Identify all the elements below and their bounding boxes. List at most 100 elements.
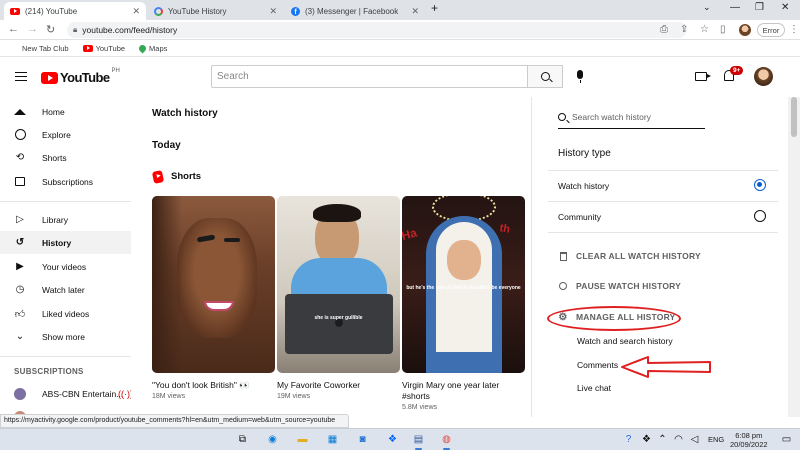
- close-window-icon[interactable]: ✕: [781, 2, 789, 13]
- sidebar-item-watch-later[interactable]: ◷ Watch later: [0, 278, 131, 301]
- language-indicator[interactable]: ENG: [708, 435, 724, 444]
- clock-date: 20/09/2022: [730, 440, 768, 449]
- sidebar-item-label: Show more: [42, 331, 85, 342]
- sidebar-item-your-videos[interactable]: ▶ Your videos: [0, 255, 131, 278]
- link-comments[interactable]: Comments: [577, 360, 618, 370]
- new-tab-button[interactable]: +: [431, 1, 438, 15]
- bookmark-maps[interactable]: Maps: [137, 43, 168, 53]
- close-tab-icon[interactable]: ✕: [132, 6, 140, 17]
- sidebar-item-show-more[interactable]: ⌄ Show more: [0, 325, 131, 348]
- option-watch-history[interactable]: Watch history: [558, 181, 609, 191]
- chevron-up-icon[interactable]: ⌃: [656, 433, 669, 446]
- help-icon[interactable]: ?: [622, 433, 635, 446]
- subscription-item[interactable]: ABS-CBN Entertain... ((·)): [0, 382, 133, 405]
- search-button[interactable]: [527, 65, 563, 88]
- profile-avatar[interactable]: [739, 24, 751, 36]
- browser-tab-messenger[interactable]: f (3) Messenger | Facebook ✕: [285, 2, 425, 20]
- short-thumbnail[interactable]: she is super gullible: [277, 196, 400, 373]
- youtube-icon: [82, 44, 93, 52]
- facebook-icon: f: [291, 6, 300, 16]
- omnibox[interactable]: 🔒︎ youtube.com/feed/history: [67, 22, 687, 38]
- dropbox-tray-icon[interactable]: ❖: [640, 433, 653, 446]
- side-panel-icon[interactable]: ▯: [720, 24, 726, 35]
- browser-tab-history[interactable]: YouTube History ✕: [148, 2, 283, 20]
- short-title[interactable]: Virgin Mary one year later #shorts: [402, 380, 527, 402]
- chrome-icon[interactable]: ◍: [440, 433, 453, 450]
- youtube-icon: [10, 7, 20, 15]
- link-watch-and-search-history[interactable]: Watch and search history: [577, 336, 673, 346]
- clear-all-watch-history-button[interactable]: CLEAR ALL WATCH HISTORY: [558, 251, 701, 261]
- home-icon: [14, 106, 26, 118]
- search-icon: [558, 112, 566, 121]
- close-tab-icon[interactable]: ✕: [269, 6, 277, 17]
- search-input[interactable]: [211, 65, 528, 88]
- youtube-logo[interactable]: YouTube PH: [41, 68, 120, 85]
- word-icon[interactable]: ▤: [412, 433, 425, 450]
- short-title[interactable]: "You don't look British" 👀: [152, 380, 277, 391]
- link-live-chat[interactable]: Live chat: [577, 383, 611, 393]
- menu-icon[interactable]: [15, 72, 27, 81]
- scrollbar[interactable]: [788, 97, 800, 417]
- youtube-play-icon: [41, 71, 58, 84]
- store-icon[interactable]: ▦: [326, 433, 339, 446]
- bookmark-new-tab-club[interactable]: New Tab Club: [22, 44, 69, 53]
- sidebar-item-home[interactable]: Home: [0, 100, 131, 123]
- edge-icon[interactable]: ◉: [266, 433, 279, 446]
- section-heading-today: Today: [152, 140, 181, 151]
- sidebar-item-label: Subscriptions: [42, 176, 94, 187]
- sidebar-item-library[interactable]: ▷ Library: [0, 208, 131, 231]
- install-icon[interactable]: ⎙: [660, 24, 668, 35]
- short-caption: she is super gullible: [314, 315, 363, 321]
- your-videos-icon: ▶: [16, 261, 24, 272]
- short-thumbnail[interactable]: [152, 196, 275, 373]
- tab-search-icon[interactable]: ⌄: [703, 2, 711, 13]
- library-icon: ▷: [16, 214, 24, 225]
- back-icon[interactable]: ←: [8, 23, 19, 35]
- bookmark-youtube[interactable]: YouTube: [82, 44, 125, 53]
- history-search-field[interactable]: Search watch history: [558, 105, 705, 129]
- subscriptions-icon: [14, 176, 26, 188]
- history-icon: ↺: [15, 237, 25, 248]
- bookmark-star-icon[interactable]: ☆: [700, 24, 709, 35]
- pause-watch-history-button[interactable]: PAUSE WATCH HISTORY: [558, 281, 681, 291]
- pause-icon: [558, 281, 568, 291]
- tab-title: (214) YouTube: [25, 6, 78, 16]
- region-code: PH: [111, 68, 120, 74]
- zoom-icon[interactable]: ◙: [356, 433, 369, 446]
- notifications-icon[interactable]: ▭: [780, 433, 793, 446]
- close-tab-icon[interactable]: ✕: [411, 6, 419, 17]
- watch-history-radio[interactable]: [754, 179, 766, 191]
- browser-tab-youtube[interactable]: (214) YouTube ✕: [4, 2, 146, 20]
- sidebar-item-liked-videos[interactable]: 👍︎ Liked videos: [0, 302, 131, 325]
- file-explorer-icon[interactable]: ▬: [296, 433, 309, 446]
- minimize-icon[interactable]: —: [730, 2, 740, 13]
- short-title[interactable]: My Favorite Coworker: [277, 380, 402, 391]
- sidebar-item-history[interactable]: ↺ History: [0, 231, 131, 254]
- share-icon[interactable]: ⇪: [680, 24, 688, 35]
- bookmark-label: Maps: [149, 43, 168, 53]
- wifi-icon[interactable]: ◠: [672, 433, 685, 446]
- system-clock[interactable]: 6:08 pm 20/09/2022: [730, 431, 768, 449]
- short-views: 19M views: [277, 393, 311, 400]
- sidebar-item-subscriptions[interactable]: Subscriptions: [0, 170, 131, 193]
- menu-kebab-icon[interactable]: ⋮: [789, 24, 799, 35]
- sidebar-item-label: Watch later: [42, 284, 85, 295]
- error-button[interactable]: Error: [757, 23, 785, 37]
- create-video-icon[interactable]: [695, 72, 711, 81]
- community-radio[interactable]: [754, 210, 766, 222]
- reload-icon[interactable]: ↻: [46, 23, 55, 36]
- option-community[interactable]: Community: [558, 212, 601, 222]
- microphone-icon[interactable]: [577, 70, 583, 83]
- annotation-ellipse: [547, 306, 681, 331]
- volume-icon[interactable]: ◁: [688, 433, 701, 446]
- dropbox-icon[interactable]: ❖: [386, 433, 399, 446]
- sidebar-item-explore[interactable]: Explore: [0, 123, 131, 146]
- scrollbar-thumb[interactable]: [791, 97, 797, 137]
- sidebar-item-shorts[interactable]: ⟲ Shorts: [0, 146, 131, 169]
- account-avatar[interactable]: [754, 67, 773, 86]
- forward-icon[interactable]: →: [27, 23, 38, 35]
- task-view-icon[interactable]: ⧉: [236, 433, 249, 446]
- restore-icon[interactable]: ❐: [755, 2, 764, 13]
- short-thumbnail[interactable]: Ha th but he's the son of God it shouldn…: [402, 196, 525, 373]
- bookmarks-bar: New Tab Club YouTube Maps: [0, 40, 800, 57]
